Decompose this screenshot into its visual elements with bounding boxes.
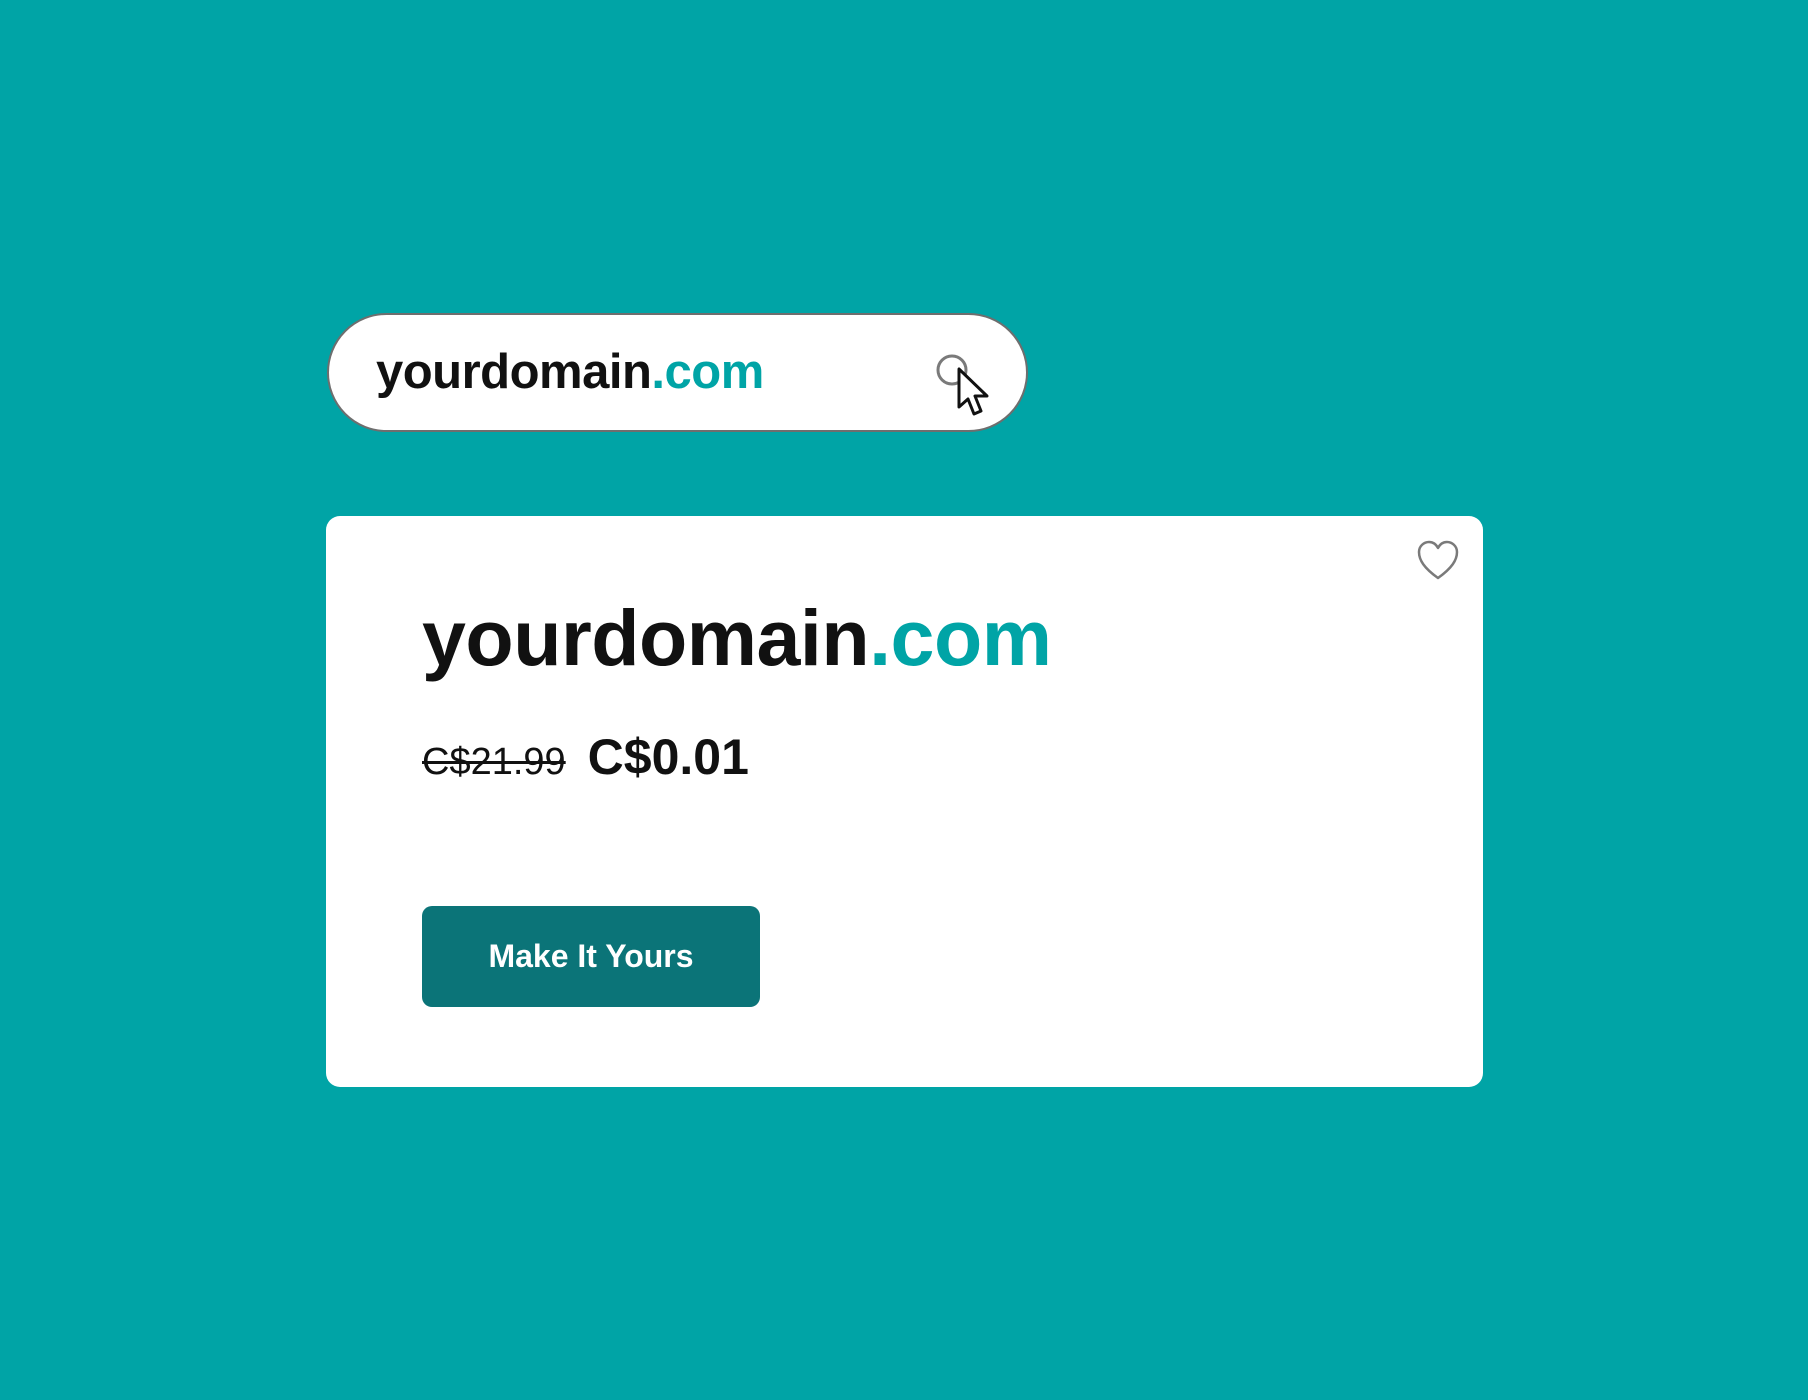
search-domain-tld: .com xyxy=(651,345,764,399)
heart-icon[interactable] xyxy=(1416,540,1460,582)
search-domain-name: yourdomain xyxy=(376,345,652,399)
domain-search-bar[interactable]: yourdomain.com xyxy=(327,313,1028,432)
domain-name: yourdomain xyxy=(422,593,870,682)
price-row: C$21.99 C$0.01 xyxy=(422,728,749,786)
search-input-value[interactable]: yourdomain.com xyxy=(376,315,764,430)
original-price: C$21.99 xyxy=(422,741,566,783)
page-background: yourdomain.com yourdomain.com C$21.99 C$0… xyxy=(0,0,1808,1400)
domain-tld: .com xyxy=(869,593,1052,682)
make-it-yours-button[interactable]: Make It Yours xyxy=(422,906,760,1007)
sale-price: C$0.01 xyxy=(587,729,749,785)
domain-result-card: yourdomain.com C$21.99 C$0.01 Make It You… xyxy=(326,516,1483,1087)
cursor-arrow-icon xyxy=(957,367,989,416)
domain-title: yourdomain.com xyxy=(422,598,1052,677)
